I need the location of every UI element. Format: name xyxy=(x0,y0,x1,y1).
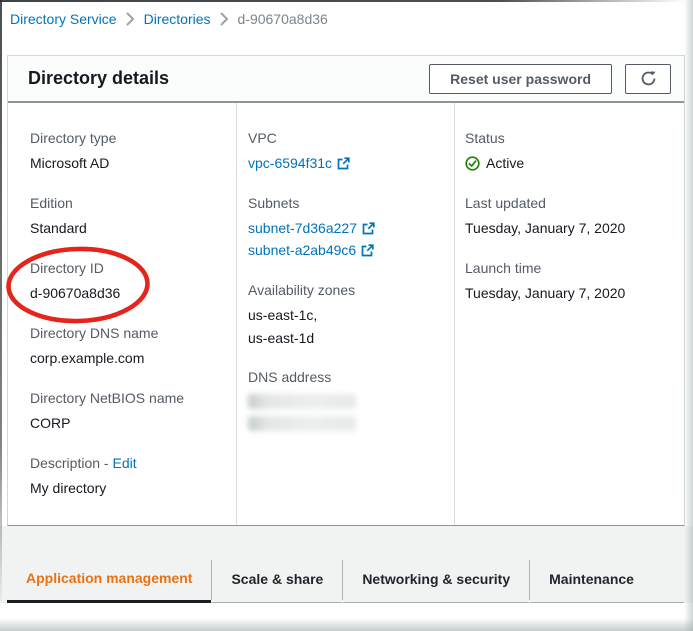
details-column-status: Status Active Last updated Tuesday, Janu… xyxy=(454,103,684,525)
field-value: Tuesday, January 7, 2020 xyxy=(465,217,684,239)
subnet-link-1[interactable]: subnet-7d36a227 xyxy=(248,217,357,239)
external-link-icon xyxy=(337,157,350,170)
field-label: Availability zones xyxy=(248,279,454,301)
field-value: Tuesday, January 7, 2020 xyxy=(465,282,684,304)
breadcrumb: Directory Service Directories d-90670a8d… xyxy=(10,11,328,27)
field-vpc: VPC vpc-6594f31c xyxy=(248,127,454,174)
field-label: Directory DNS name xyxy=(30,322,236,344)
subnet-link-2[interactable]: subnet-a2ab49c6 xyxy=(248,239,356,261)
field-value: CORP xyxy=(30,412,236,434)
field-directory-id: Directory ID d-90670a8d36 xyxy=(30,257,236,304)
refresh-icon xyxy=(640,70,657,87)
field-description: Description - Edit My directory xyxy=(30,452,236,499)
availability-zone-2: us-east-1d xyxy=(248,327,454,350)
edit-description-link[interactable]: Edit xyxy=(112,455,136,471)
chevron-right-icon xyxy=(126,12,135,26)
field-directory-netbios-name: Directory NetBIOS name CORP xyxy=(30,387,236,434)
breadcrumb-current-directory-id: d-90670a8d36 xyxy=(238,11,328,27)
field-value: corp.example.com xyxy=(30,347,236,369)
tab-bar-filler xyxy=(653,556,684,603)
field-subnets: Subnets subnet-7d36a227 subnet-a2ab49c6 xyxy=(248,192,454,261)
tab-networking-and-security[interactable]: Networking & security xyxy=(343,556,529,603)
field-value: Standard xyxy=(30,217,236,239)
screenshot-top-border xyxy=(0,0,693,2)
chevron-right-icon xyxy=(220,12,229,26)
dns-address-redacted-values xyxy=(248,394,356,431)
field-availability-zones: Availability zones us-east-1c, us-east-1… xyxy=(248,279,454,350)
field-value: My directory xyxy=(30,477,236,499)
status-active-check-icon xyxy=(465,156,480,171)
field-label: Last updated xyxy=(465,192,684,214)
field-edition: Edition Standard xyxy=(30,192,236,239)
field-label: Subnets xyxy=(248,192,454,214)
field-launch-time: Launch time Tuesday, January 7, 2020 xyxy=(465,257,684,304)
tab-application-management[interactable]: Application management xyxy=(7,556,211,603)
tab-bar: Application management Scale & share Net… xyxy=(7,556,684,603)
field-label: Directory NetBIOS name xyxy=(30,387,236,409)
redacted-value-bar xyxy=(248,394,356,409)
field-value: Microsoft AD xyxy=(30,152,236,174)
field-label: VPC xyxy=(248,127,454,149)
field-label: DNS address xyxy=(248,366,454,388)
tab-maintenance[interactable]: Maintenance xyxy=(530,556,653,603)
field-dns-address: DNS address xyxy=(248,366,454,431)
breadcrumb-link-directory-service[interactable]: Directory Service xyxy=(10,11,117,27)
field-label: Directory type xyxy=(30,127,236,149)
directory-details-card: Directory details Reset user password Di… xyxy=(7,55,685,526)
redacted-value-bar xyxy=(248,416,356,431)
field-label: Edition xyxy=(30,192,236,214)
screenshot-left-border xyxy=(0,0,2,631)
field-label: Status xyxy=(465,127,684,149)
field-directory-dns-name: Directory DNS name corp.example.com xyxy=(30,322,236,369)
availability-zone-1: us-east-1c, xyxy=(248,304,454,327)
details-column-network: VPC vpc-6594f31c Subnets subnet-7d36a227 xyxy=(236,103,454,525)
card-header: Directory details Reset user password xyxy=(8,56,684,103)
field-value: d-90670a8d36 xyxy=(30,282,236,304)
field-last-updated: Last updated Tuesday, January 7, 2020 xyxy=(465,192,684,239)
card-body: Directory type Microsoft AD Edition Stan… xyxy=(8,103,684,525)
status-badge: Active xyxy=(486,152,524,174)
breadcrumb-link-directories[interactable]: Directories xyxy=(144,11,211,27)
reset-user-password-button[interactable]: Reset user password xyxy=(429,64,612,94)
field-label: Description - Edit xyxy=(30,452,236,474)
external-link-icon xyxy=(362,222,375,235)
field-label: Directory ID xyxy=(30,257,236,279)
refresh-button[interactable] xyxy=(625,64,671,94)
details-column-general: Directory type Microsoft AD Edition Stan… xyxy=(8,103,236,525)
tab-content-area xyxy=(0,603,693,631)
field-status: Status Active xyxy=(465,127,684,174)
field-directory-type: Directory type Microsoft AD xyxy=(30,127,236,174)
header-actions: Reset user password xyxy=(429,64,671,94)
description-label-text: Description - xyxy=(30,455,109,471)
tab-scale-and-share[interactable]: Scale & share xyxy=(212,556,342,603)
page-title: Directory details xyxy=(28,68,169,89)
field-label: Launch time xyxy=(465,257,684,279)
vpc-link[interactable]: vpc-6594f31c xyxy=(248,152,332,174)
external-link-icon xyxy=(361,244,374,257)
